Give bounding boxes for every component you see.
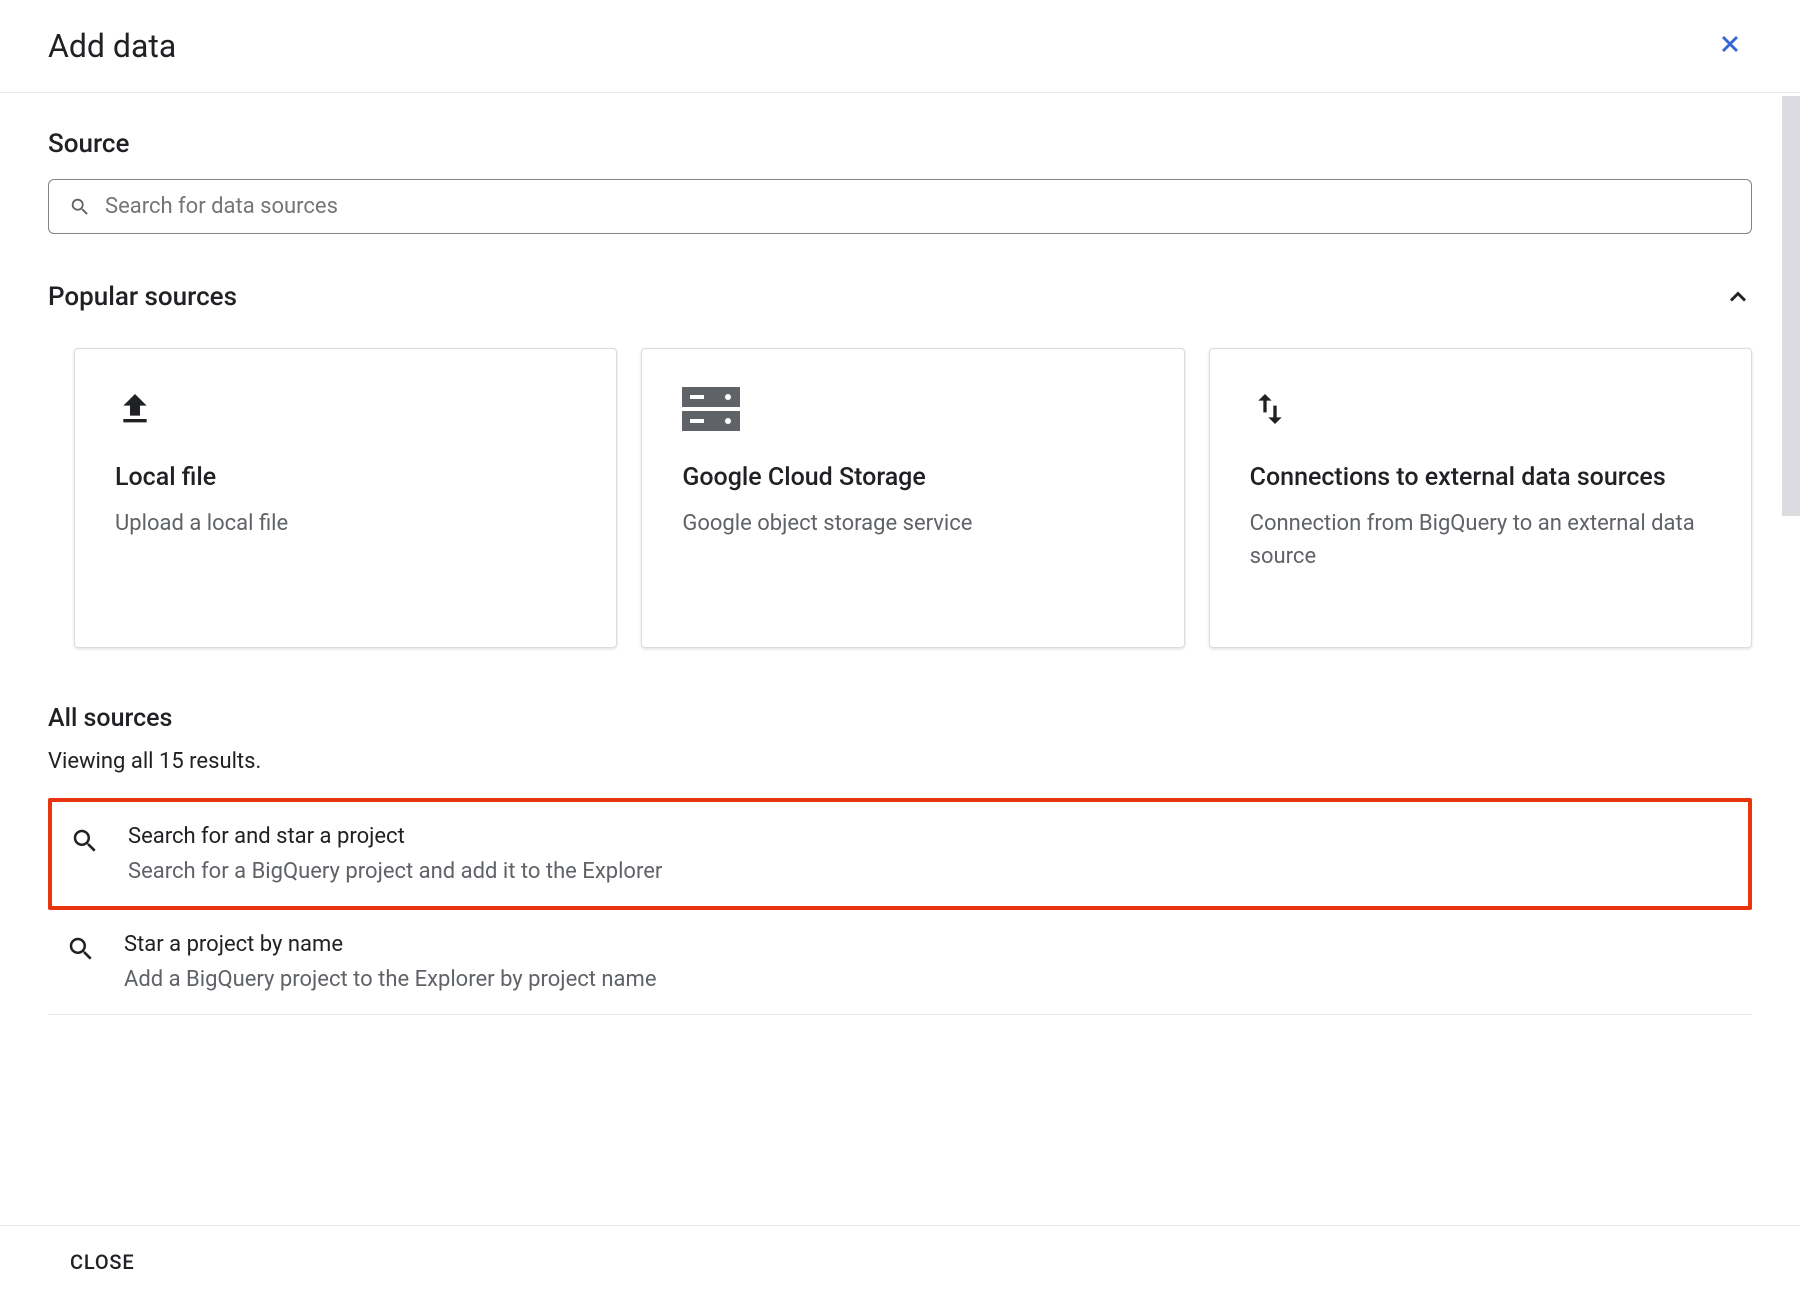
search-icon — [69, 196, 91, 218]
content-area: Source Popular sources Local file Upload… — [0, 93, 1800, 1225]
list-item-desc: Add a BigQuery project to the Explorer b… — [124, 967, 1738, 992]
popular-cards-row: Local file Upload a local file Google Cl… — [48, 348, 1752, 648]
modal-footer: CLOSE — [0, 1225, 1800, 1308]
card-title: Connections to external data sources — [1250, 461, 1711, 495]
list-item-title: Search for and star a project — [128, 824, 1734, 849]
list-item-desc: Search for a BigQuery project and add it… — [128, 859, 1734, 884]
popular-sources-header[interactable]: Popular sources — [48, 282, 1752, 312]
search-icon — [70, 826, 100, 856]
popular-sources-label: Popular sources — [48, 282, 237, 312]
card-desc: Connection from BigQuery to an external … — [1250, 507, 1711, 573]
swap-icon — [1250, 385, 1711, 433]
card-desc: Google object storage service — [682, 507, 1143, 540]
card-external-connections[interactable]: Connections to external data sources Con… — [1209, 348, 1752, 648]
chevron-up-icon — [1724, 283, 1752, 311]
card-google-cloud-storage[interactable]: Google Cloud Storage Google object stora… — [641, 348, 1184, 648]
card-local-file[interactable]: Local file Upload a local file — [74, 348, 617, 648]
storage-icon — [682, 385, 1143, 433]
modal-title: Add data — [48, 27, 176, 65]
close-icon[interactable] — [1708, 24, 1752, 68]
upload-icon — [115, 385, 576, 433]
viewing-count: Viewing all 15 results. — [48, 749, 1752, 774]
search-input-container[interactable] — [48, 179, 1752, 234]
list-item-title: Star a project by name — [124, 932, 1738, 957]
card-desc: Upload a local file — [115, 507, 576, 540]
source-label: Source — [48, 129, 1752, 159]
list-item-search-star-project[interactable]: Search for and star a project Search for… — [48, 798, 1752, 910]
all-sources-label: All sources — [48, 704, 1752, 733]
scrollbar[interactable] — [1782, 96, 1800, 516]
card-title: Local file — [115, 461, 576, 495]
search-input[interactable] — [105, 194, 1731, 219]
close-button[interactable]: CLOSE — [70, 1250, 134, 1274]
list-item-star-project-by-name[interactable]: Star a project by name Add a BigQuery pr… — [48, 910, 1752, 1015]
search-icon — [66, 934, 96, 964]
modal-header: Add data — [0, 0, 1800, 93]
card-title: Google Cloud Storage — [682, 461, 1143, 495]
